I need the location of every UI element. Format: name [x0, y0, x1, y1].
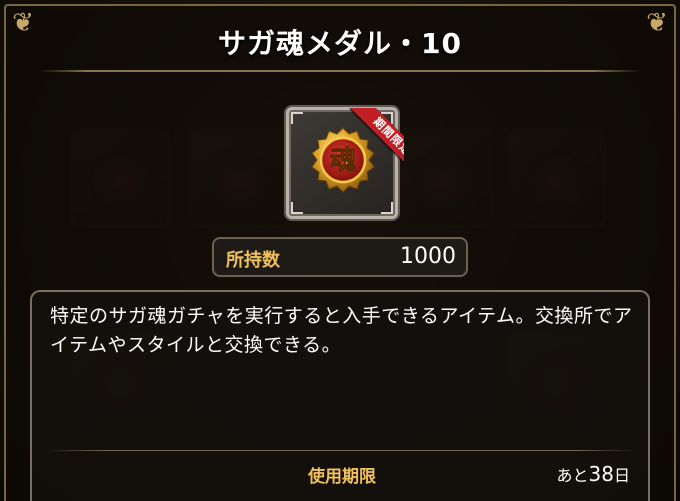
item-detail-screen: ❦ ❦ サガ魂メダル・10 魂 期間限定 所持数 1000 特定のサガ魂ガチャを…: [0, 0, 680, 501]
description-divider: [46, 450, 636, 451]
title-divider: [40, 70, 640, 72]
expiry-remaining: あと38日: [557, 462, 630, 486]
owned-count-bar: 所持数 1000: [212, 237, 468, 277]
limited-time-badge: 期間限定: [334, 108, 404, 178]
expiry-days: 38: [588, 462, 614, 486]
expiry-prefix: あと: [556, 466, 589, 485]
description-box: 特定のサガ魂ガチャを実行すると入手できるアイテム。交換所でアイテムやスタイルと交…: [30, 290, 650, 501]
limited-time-badge-label: 期間限定: [350, 108, 404, 178]
expiry-suffix: 日: [613, 466, 630, 485]
item-description: 特定のサガ魂ガチャを実行すると入手できるアイテム。交換所でアイテムやスタイルと交…: [50, 305, 633, 356]
owned-count-label: 所持数: [226, 250, 280, 271]
owned-count-value: 1000: [400, 244, 456, 269]
item-title: サガ魂メダル・10: [218, 27, 462, 60]
